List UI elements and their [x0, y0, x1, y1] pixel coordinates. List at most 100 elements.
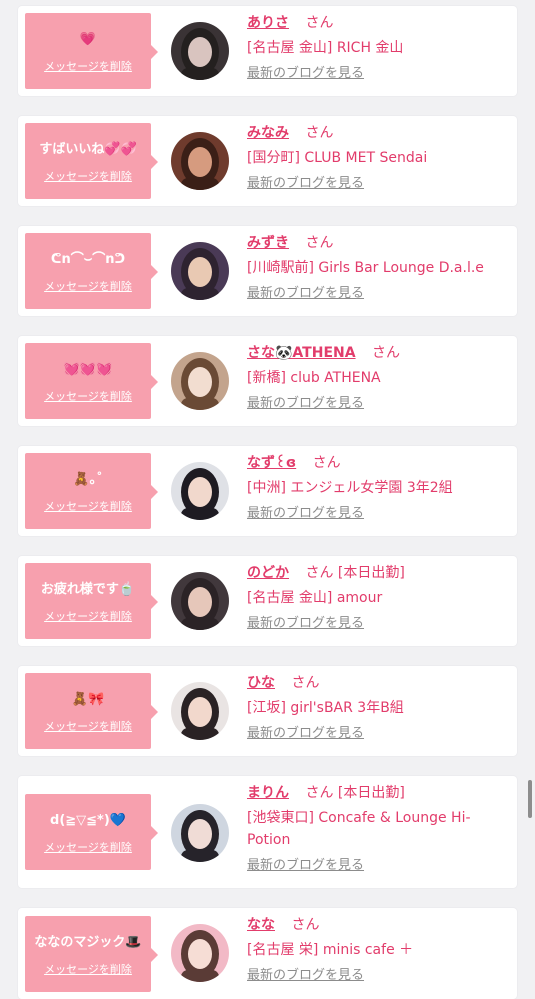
cast-name-link[interactable]: さな🐼ATHENA: [247, 345, 356, 361]
avatar-shoulders: [181, 68, 219, 80]
latest-blog-link[interactable]: 最新のブログを見る: [247, 65, 364, 83]
delete-message-link[interactable]: メッセージを削除: [25, 500, 151, 514]
avatar[interactable]: [171, 22, 229, 80]
delete-message-link[interactable]: メッセージを削除: [25, 60, 151, 74]
avatar-photo: [171, 242, 229, 300]
latest-blog-link[interactable]: 最新のブログを見る: [247, 615, 364, 633]
delete-message-link[interactable]: メッセージを削除: [25, 720, 151, 734]
avatar-face: [188, 939, 212, 969]
shop-name: [名古屋 金山] RICH 金山: [247, 40, 404, 56]
avatar-face: [188, 587, 212, 617]
avatar-photo: [171, 352, 229, 410]
avatar[interactable]: [171, 352, 229, 410]
cast-info: みなみ さん [国分町] CLUB MET Sendai 最新のブログを見る: [247, 123, 507, 193]
honorific: さん: [305, 125, 334, 141]
message-bubble: ᕦn⌒⌣⌒nᕤ メッセージを削除: [25, 233, 158, 309]
cast-name-link[interactable]: なず꒰ɞ: [247, 455, 296, 471]
name-line: みなみ さん: [247, 123, 507, 143]
avatar-face: [188, 819, 212, 849]
avatar[interactable]: [171, 572, 229, 630]
avatar[interactable]: [171, 804, 229, 862]
cast-card: 💗 メッセージを削除 ありさ さん [名古屋 金山] RICH 金山 最新のブロ…: [18, 6, 517, 96]
avatar-photo: [171, 462, 229, 520]
message-text: お疲れ様です🍵: [40, 582, 136, 597]
avatar-photo: [171, 22, 229, 80]
name-line: なず꒰ɞ さん: [247, 453, 507, 473]
avatar-photo: [171, 132, 229, 190]
shop-name: [川崎駅前] Girls Bar Lounge D.a.l.e: [247, 260, 484, 276]
message-bubble: 🧸🎀 メッセージを削除: [25, 673, 158, 749]
latest-blog-link[interactable]: 最新のブログを見る: [247, 857, 364, 875]
cast-name-link[interactable]: のどか: [247, 565, 289, 581]
latest-blog-link[interactable]: 最新のブログを見る: [247, 505, 364, 523]
cast-info: のどか さん [本日出勤] [名古屋 金山] amour 最新のブログを見る: [247, 563, 507, 633]
message-text: すばいいね💞💞: [39, 142, 137, 157]
avatar[interactable]: [171, 682, 229, 740]
cast-info: なな さん [名古屋 栄] minis cafe ＋ 最新のブログを見る: [247, 915, 507, 985]
cast-info: なず꒰ɞ さん [中洲] エンジェル女学園 3年2組 最新のブログを見る: [247, 453, 507, 523]
avatar-shoulders: [181, 970, 219, 982]
avatar-face: [188, 147, 212, 177]
shop-name: [江坂] girl'sBAR 3年B組: [247, 700, 404, 716]
avatar-shoulders: [181, 508, 219, 520]
avatar-face: [188, 37, 212, 67]
delete-message-link[interactable]: メッセージを削除: [25, 170, 151, 184]
scrollbar[interactable]: [528, 780, 532, 818]
avatar[interactable]: [171, 924, 229, 982]
honorific: さん: [312, 455, 341, 471]
latest-blog-link[interactable]: 最新のブログを見る: [247, 967, 364, 985]
message-bubble: 💗 メッセージを削除: [25, 13, 158, 89]
delete-message-link[interactable]: メッセージを削除: [25, 610, 151, 624]
avatar[interactable]: [171, 132, 229, 190]
message-text: ᕦn⌒⌣⌒nᕤ: [50, 252, 126, 267]
latest-blog-link[interactable]: 最新のブログを見る: [247, 395, 364, 413]
shop-name: [新橋] club ATHENA: [247, 370, 381, 386]
cast-name-link[interactable]: みずき: [247, 235, 289, 251]
avatar-shoulders: [181, 850, 219, 862]
message-text: 💓💓💓: [63, 362, 113, 377]
cast-info: さな🐼ATHENA さん [新橋] club ATHENA 最新のブログを見る: [247, 343, 507, 413]
honorific: さん: [305, 15, 334, 31]
cast-card: ᕦn⌒⌣⌒nᕤ メッセージを削除 みずき さん [川崎駅前] Girls Bar…: [18, 226, 517, 316]
message-text: 💗: [79, 32, 97, 47]
avatar[interactable]: [171, 242, 229, 300]
latest-blog-link[interactable]: 最新のブログを見る: [247, 725, 364, 743]
shop-name: [中洲] エンジェル女学園 3年2組: [247, 480, 453, 496]
status-badge: [本日出勤]: [337, 785, 405, 801]
shop-name: [池袋東口] Concafe & Lounge Hi-Potion: [247, 810, 471, 848]
latest-blog-link[interactable]: 最新のブログを見る: [247, 175, 364, 193]
honorific: さん: [372, 345, 401, 361]
avatar-shoulders: [181, 728, 219, 740]
message-text: d(≧▽≦*)💙: [50, 813, 126, 828]
honorific: さん: [305, 785, 334, 801]
honorific: さん: [291, 675, 320, 691]
delete-message-link[interactable]: メッセージを削除: [25, 841, 151, 855]
cast-card: 🧸🎀 メッセージを削除 ひな さん [江坂] girl'sBAR 3年B組 最新…: [18, 666, 517, 756]
name-line: さな🐼ATHENA さん: [247, 343, 507, 363]
cast-name-link[interactable]: みなみ: [247, 125, 289, 141]
cast-card: すばいいね💞💞 メッセージを削除 みなみ さん [国分町] CLUB MET S…: [18, 116, 517, 206]
delete-message-link[interactable]: メッセージを削除: [25, 963, 151, 977]
avatar-face: [188, 697, 212, 727]
cast-name-link[interactable]: まりん: [247, 785, 289, 801]
avatar-face: [188, 367, 212, 397]
cast-info: ひな さん [江坂] girl'sBAR 3年B組 最新のブログを見る: [247, 673, 507, 743]
avatar-shoulders: [181, 178, 219, 190]
latest-blog-link[interactable]: 最新のブログを見る: [247, 285, 364, 303]
cast-card: d(≧▽≦*)💙 メッセージを削除 まりん さん [本日出勤] [池袋東口] C…: [18, 776, 517, 888]
shop-name: [国分町] CLUB MET Sendai: [247, 150, 428, 166]
avatar-photo: [171, 572, 229, 630]
shop-name: [名古屋 栄] minis cafe ＋: [247, 942, 414, 958]
cast-name-link[interactable]: なな: [247, 917, 275, 933]
cast-name-link[interactable]: ありさ: [247, 15, 289, 31]
avatar[interactable]: [171, 462, 229, 520]
message-bubble: 💓💓💓 メッセージを削除: [25, 343, 158, 419]
message-bubble: お疲れ様です🍵 メッセージを削除: [25, 563, 158, 639]
delete-message-link[interactable]: メッセージを削除: [25, 280, 151, 294]
honorific: さん: [291, 917, 320, 933]
cast-name-link[interactable]: ひな: [247, 675, 275, 691]
cast-info: みずき さん [川崎駅前] Girls Bar Lounge D.a.l.e 最…: [247, 233, 507, 303]
message-text: ななのマジック🎩: [34, 935, 142, 950]
name-line: なな さん: [247, 915, 507, 935]
delete-message-link[interactable]: メッセージを削除: [25, 390, 151, 404]
